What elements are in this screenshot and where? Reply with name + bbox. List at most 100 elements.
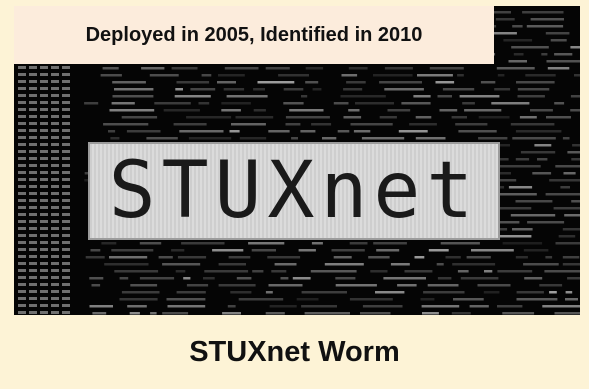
code-fragment	[40, 234, 48, 237]
code-fragment	[311, 123, 332, 126]
code-fragment	[18, 157, 26, 160]
code-fragment	[51, 136, 59, 139]
code-fragment	[40, 192, 48, 195]
code-fragment	[62, 248, 70, 251]
code-fragment	[139, 277, 175, 280]
code-fragment	[285, 116, 330, 119]
code-fragment	[62, 164, 70, 167]
code-fragment	[257, 81, 295, 84]
code-fragment	[229, 130, 240, 133]
code-fragment	[523, 249, 549, 252]
code-fragment	[370, 270, 388, 273]
code-fragment	[183, 277, 191, 280]
code-fragment	[442, 88, 475, 91]
code-fragment	[109, 109, 155, 112]
code-fragment	[51, 157, 59, 160]
code-fragment	[40, 304, 48, 307]
code-fragment	[252, 270, 264, 273]
code-fragment	[51, 248, 59, 251]
code-fragment	[274, 263, 297, 266]
code-fragment	[91, 284, 101, 287]
code-fragment	[40, 150, 48, 153]
code-fragment	[513, 53, 524, 56]
code-fragment	[349, 242, 368, 245]
code-fragment	[84, 102, 99, 105]
code-fragment	[40, 241, 48, 244]
code-fragment	[300, 130, 316, 133]
code-fragment	[29, 234, 37, 237]
code-fragment	[495, 18, 515, 21]
code-fragment	[40, 248, 48, 251]
code-fragment	[18, 94, 26, 97]
code-fragment	[515, 158, 530, 161]
code-fragment	[62, 171, 70, 174]
code-fragment	[62, 234, 70, 237]
code-fragment	[40, 101, 48, 104]
code-fragment	[574, 74, 580, 77]
code-fragment	[452, 263, 496, 266]
code-fragment	[40, 164, 48, 167]
code-fragment	[417, 74, 453, 77]
code-fragment	[304, 312, 350, 315]
code-fragment	[40, 255, 48, 258]
code-fragment	[268, 130, 290, 133]
code-fragment	[18, 192, 26, 195]
code-fragment	[29, 255, 37, 258]
code-fragment	[301, 95, 308, 98]
code-fragment	[40, 178, 48, 181]
code-fragment	[445, 256, 461, 259]
code-fragment	[18, 178, 26, 181]
code-fragment	[90, 249, 101, 252]
code-fragment	[231, 123, 266, 126]
code-fragment	[362, 305, 403, 308]
code-fragment	[340, 95, 386, 98]
code-fragment	[18, 80, 26, 83]
code-fragment	[376, 249, 400, 252]
code-fragment	[251, 249, 276, 252]
code-fragment	[466, 256, 491, 259]
code-fragment	[384, 67, 413, 70]
code-fragment	[18, 262, 26, 265]
code-fragment	[51, 80, 59, 83]
code-fragment	[18, 66, 26, 69]
code-fragment	[109, 256, 148, 259]
code-fragment	[554, 312, 580, 315]
code-fragment	[217, 81, 236, 84]
code-fragment	[18, 171, 26, 174]
code-fragment	[268, 284, 303, 287]
code-fragment	[167, 305, 206, 308]
code-fragment	[253, 88, 265, 91]
code-fragment	[29, 248, 37, 251]
code-fragment	[18, 199, 26, 202]
code-fragment	[51, 269, 59, 272]
code-fragment	[62, 192, 70, 195]
code-fragment	[545, 193, 580, 196]
code-fragment	[51, 227, 59, 230]
code-fragment	[51, 255, 59, 258]
code-fragment	[29, 129, 37, 132]
code-fragment	[522, 11, 564, 14]
code-fragment	[40, 199, 48, 202]
code-fragment	[572, 144, 580, 147]
code-fragment	[497, 221, 520, 224]
code-fragment	[567, 277, 580, 280]
code-fragment	[510, 214, 556, 217]
code-fragment	[179, 130, 224, 133]
code-fragment	[517, 95, 545, 98]
code-fragment	[18, 220, 26, 223]
code-fragment	[530, 18, 564, 21]
code-fragment	[51, 311, 59, 314]
code-fragment	[429, 67, 464, 70]
code-fragment	[265, 67, 290, 70]
code-fragment	[18, 241, 26, 244]
code-fragment	[188, 137, 232, 140]
code-fragment	[40, 171, 48, 174]
code-fragment	[62, 66, 70, 69]
code-fragment	[335, 284, 377, 287]
code-fragment	[114, 88, 154, 91]
code-fragment	[29, 206, 37, 209]
slide-frame: Deployed in 2005, Identified in 2010 STU…	[0, 0, 589, 389]
code-fragment	[471, 249, 514, 252]
code-fragment	[40, 129, 48, 132]
code-fragment	[18, 115, 26, 118]
